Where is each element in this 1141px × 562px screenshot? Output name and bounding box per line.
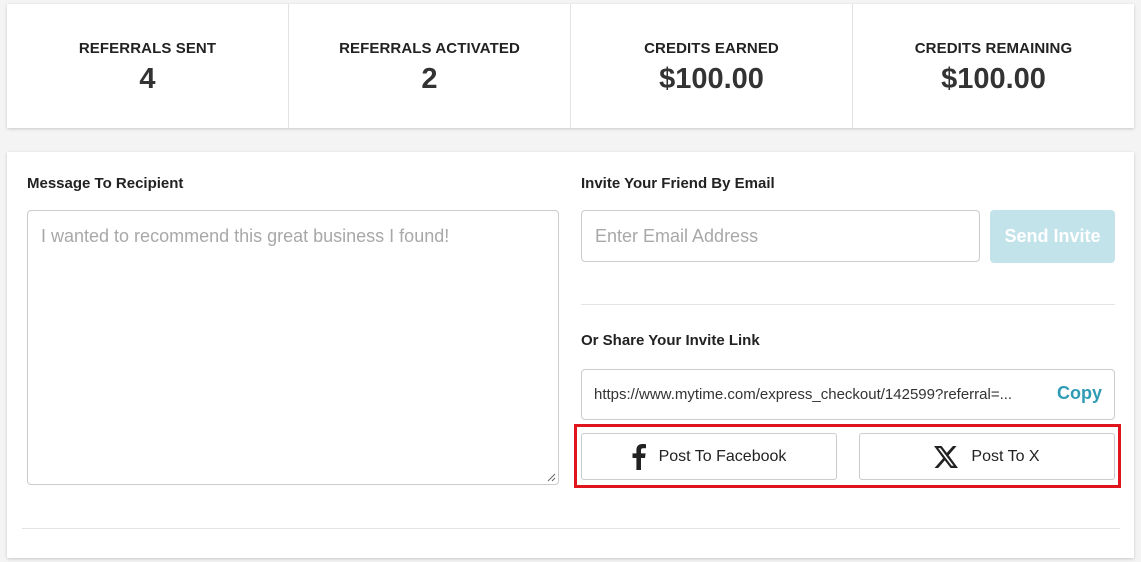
stat-value: $100.00: [659, 63, 764, 95]
post-to-facebook-button[interactable]: Post To Facebook: [581, 433, 837, 480]
stat-credits-earned: CREDITS EARNED $100.00: [571, 4, 853, 128]
facebook-button-label: Post To Facebook: [658, 447, 787, 465]
stat-label: REFERRALS SENT: [78, 40, 217, 57]
x-logo-icon: [934, 445, 959, 468]
stat-referrals-sent: REFERRALS SENT 4: [7, 4, 289, 128]
stat-label: REFERRALS ACTIVATED: [339, 40, 520, 57]
stat-value: 2: [421, 63, 438, 95]
stat-value: $100.00: [941, 63, 1046, 95]
divider: [581, 304, 1115, 305]
facebook-icon: [632, 443, 646, 470]
share-link-label: Or Share Your Invite Link: [581, 332, 760, 349]
invite-email-label: Invite Your Friend By Email: [581, 175, 775, 192]
invite-link-url[interactable]: https://www.mytime.com/express_checkout/…: [594, 386, 1034, 403]
resize-grip-icon[interactable]: [546, 472, 556, 482]
send-invite-button[interactable]: Send Invite: [990, 210, 1115, 263]
stat-referrals-activated: REFERRALS ACTIVATED 2: [289, 4, 571, 128]
x-button-label: Post To X: [971, 447, 1040, 465]
invite-link-box: https://www.mytime.com/express_checkout/…: [581, 369, 1115, 420]
referral-stats: REFERRALS SENT 4 REFERRALS ACTIVATED 2 C…: [7, 4, 1134, 128]
divider: [22, 528, 1120, 529]
post-to-x-button[interactable]: Post To X: [859, 433, 1115, 480]
email-input[interactable]: [581, 210, 980, 262]
invite-panel: Message To Recipient Invite Your Friend …: [7, 152, 1134, 558]
message-textarea[interactable]: [27, 210, 559, 485]
stat-label: CREDITS EARNED: [644, 40, 779, 57]
stat-value: 4: [139, 63, 156, 95]
stat-label: CREDITS REMAINING: [914, 40, 1073, 57]
copy-link-button[interactable]: Copy: [1057, 383, 1102, 404]
message-label: Message To Recipient: [27, 175, 184, 192]
stat-credits-remaining: CREDITS REMAINING $100.00: [853, 4, 1134, 128]
